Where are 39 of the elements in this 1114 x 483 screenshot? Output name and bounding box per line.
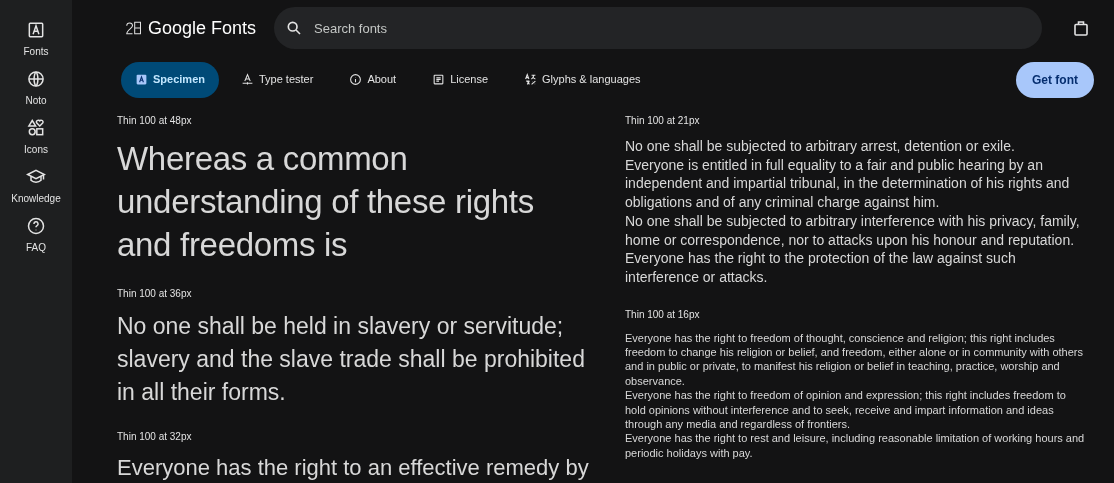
tab[interactable]: Specimen [121,61,219,98]
get-font-button[interactable]: Get font [1016,61,1094,98]
sample-text: No one shall be subjected to arbitrary arrest, detention or exile. [625,137,1016,156]
sample-label: Thin 100 at 32px [117,430,193,444]
tab[interactable]: About [335,61,411,98]
sample-text: Everyone has the right to freedom of opinion and expression; this right includes freedom to hold opinions without interference and to seek, receive and impart information and ideas through any media and regardless of frontiers. [625,388,1067,432]
document-icon [432,73,446,86]
tab[interactable]: Type tester [226,61,328,98]
tab[interactable]: Glyphs & languages [510,61,655,98]
glyphs-icon [524,73,538,86]
sample-label: Thin 100 at 16px [625,307,701,322]
help-icon[interactable] [26,216,46,236]
sample-text: No one shall be subjected to arbitrary interference with his privacy, family, home or correspondence, nor to attacks upon his honour and reputation. Everyone has the right to the protection of the law against such interference or attacks. [625,211,1081,287]
sample-text: Everyone is entitled in full equality to a fair and public hearing by an independent and impartial tribunal, in the determination of his rights and obligations and of any criminal charge against him. [625,155,1071,212]
sample-label: Thin 100 at 21px [625,114,701,128]
sidebar-item[interactable]: FAQ [26,240,46,255]
sample-label: Thin 100 at 36px [117,287,193,301]
sample-label: Thin 100 at 48px [117,114,193,128]
info-icon [349,73,363,86]
letter-a-icon[interactable] [26,20,46,40]
letter-a-icon [135,73,148,86]
sidebar-item[interactable]: Noto [25,93,47,108]
search-icon [286,20,302,36]
globe-icon[interactable] [26,69,46,89]
sidebar-item[interactable]: Knowledge [11,191,61,206]
sample-text: Everyone has the right to an effective remedy by [117,454,590,482]
logo-icon [126,19,142,37]
sample-text: Whereas a common understanding of these rights and freedoms is [117,139,535,265]
sample-text: Everyone has the right to rest and leisure, including reasonable limitation of working hours and periodic holidays with pay. [625,431,1085,461]
search-field[interactable]: Search fonts [274,7,1042,49]
letter-a-icon [240,73,254,86]
logo-text: Google Fonts [147,16,256,40]
sidebar-item[interactable]: Icons [24,142,48,157]
shapes-icon[interactable] [26,118,46,138]
shopping-bag-icon[interactable] [1074,20,1088,36]
sample-text: No one shall be held in slavery or servitude; slavery and the slave trade shall be prohibited in all their forms. [117,312,586,407]
sidebar-item[interactable]: Fonts [23,44,49,59]
tab[interactable]: License [418,61,503,98]
sample-text: Everyone has the right to freedom of thought, conscience and religion; this right includes freedom to change his religion or belief, and freedom, either alone or in community with others and in public or private, to manifest his religion or belief in teaching, practice, worship and observance. [625,330,1084,389]
